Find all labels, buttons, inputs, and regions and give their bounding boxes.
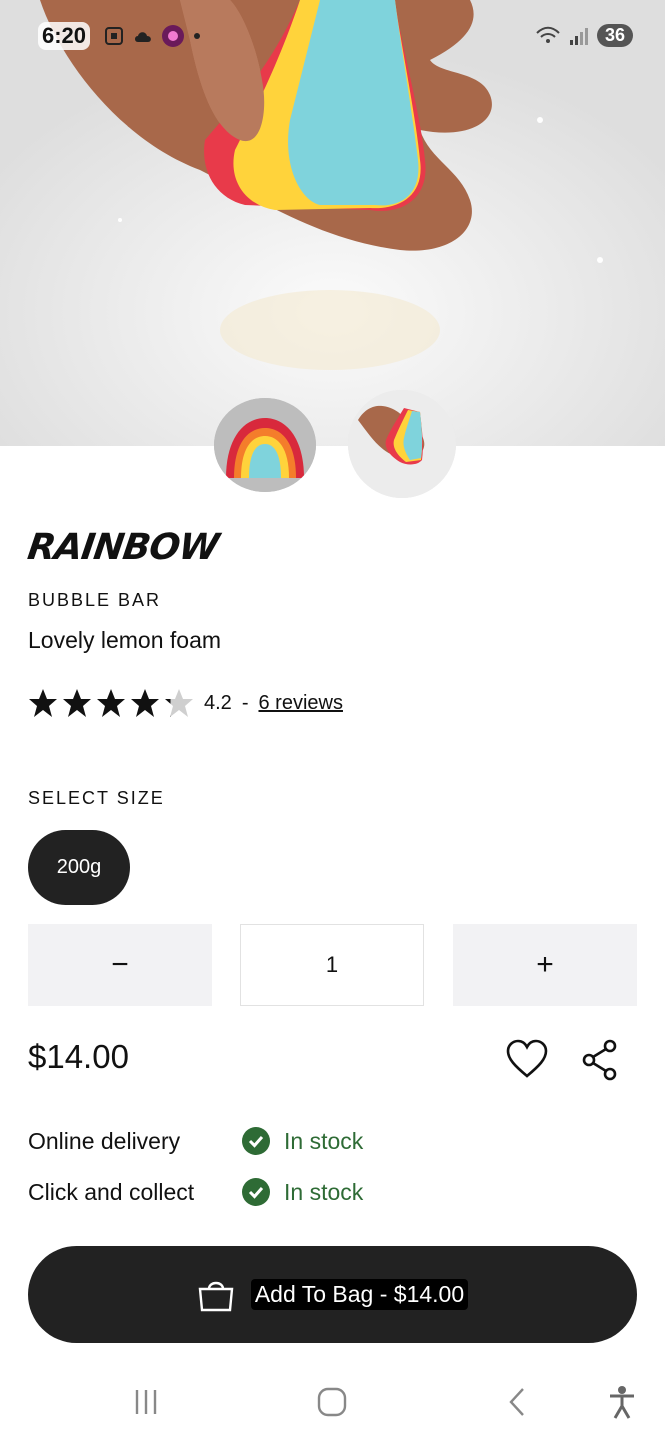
product-category: BUBBLE BAR: [28, 590, 162, 610]
availability-status: In stock: [284, 1127, 364, 1154]
reviews-link[interactable]: 6 reviews: [258, 692, 342, 715]
thumbnail-1[interactable]: [214, 398, 316, 492]
product-thumbnails: [0, 390, 665, 506]
product-tagline: Lovely lemon foam: [28, 627, 222, 653]
star-rating: [28, 688, 194, 718]
rating-value: 4.2: [204, 691, 232, 714]
home-icon: [317, 1387, 347, 1417]
accessibility-icon: [610, 1386, 634, 1419]
thumbnail-2[interactable]: [348, 390, 456, 498]
check-circle-icon: [242, 1127, 270, 1155]
back-button[interactable]: [498, 1382, 538, 1422]
product-rating: 4.2 - 6 reviews: [28, 688, 343, 718]
recent-apps-button[interactable]: [126, 1382, 166, 1422]
accessibility-button[interactable]: [602, 1382, 642, 1422]
star-partial-icon: [165, 689, 193, 717]
star-filled-icon: [63, 689, 91, 717]
product-title: RAINBOW: [25, 527, 221, 568]
screenshot-icon: [105, 27, 123, 45]
more-notifications-dot-icon: [194, 33, 200, 39]
star-filled-icon: [97, 689, 125, 717]
status-left-icons: [103, 24, 201, 48]
shopping-bag-icon: [198, 1281, 234, 1311]
add-to-bag-button[interactable]: Add To Bag - $14.00: [28, 1246, 637, 1343]
system-navigation-bar: [0, 1362, 665, 1440]
share-icon[interactable]: [580, 1038, 620, 1082]
rating-separator: -: [241, 691, 249, 714]
quantity-increase-button[interactable]: +: [453, 924, 637, 1006]
availability-status: In stock: [284, 1178, 364, 1205]
app-notification-icon: [162, 25, 184, 47]
star-filled-icon: [29, 689, 57, 717]
rainbow-bar-thumbnail-icon: [214, 398, 316, 492]
add-to-bag-label: Add To Bag - $14.00: [250, 1279, 469, 1310]
quantity-value[interactable]: 1: [240, 924, 424, 1006]
size-option-200g[interactable]: 200g: [28, 830, 130, 905]
cloud-icon: [135, 32, 151, 42]
check-circle-icon: [242, 1178, 270, 1206]
home-button[interactable]: [312, 1382, 352, 1422]
battery-indicator: 36: [596, 24, 633, 47]
heart-icon[interactable]: [505, 1038, 549, 1082]
status-bar: 6:20 36: [0, 0, 665, 72]
availability-label: Online delivery: [28, 1127, 181, 1154]
status-time: 6:20: [38, 22, 91, 50]
signal-icon: [569, 27, 588, 45]
availability-online-delivery: Online delivery In stock: [28, 1127, 363, 1155]
product-price: $14.00: [28, 1038, 129, 1075]
availability-label: Click and collect: [28, 1178, 195, 1205]
back-icon: [509, 1388, 524, 1416]
quantity-decrease-button[interactable]: −: [28, 924, 212, 1006]
availability-click-and-collect: Click and collect In stock: [28, 1178, 363, 1206]
recent-apps-icon: [135, 1390, 157, 1414]
select-size-label: SELECT SIZE: [28, 788, 165, 808]
wifi-icon: [536, 26, 560, 43]
hand-holding-bar-thumbnail-icon: [348, 390, 456, 498]
star-filled-icon: [131, 689, 159, 717]
status-right-icons: 36: [535, 24, 633, 47]
